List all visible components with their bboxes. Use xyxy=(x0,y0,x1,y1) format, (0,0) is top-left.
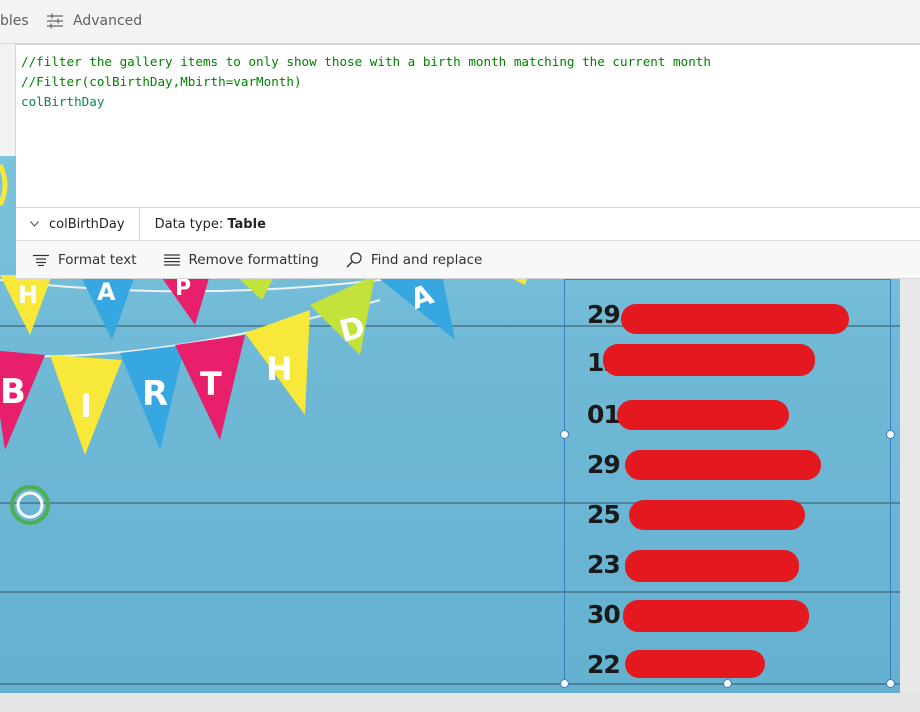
sliders-icon xyxy=(47,13,63,29)
redacted-name xyxy=(625,650,765,678)
banner-letter: H xyxy=(18,281,38,309)
tab-advanced-label: Advanced xyxy=(73,13,143,29)
redacted-name xyxy=(603,344,815,376)
banner-letter: T xyxy=(200,365,222,403)
search-icon xyxy=(346,251,362,267)
gallery-row[interactable]: 01 xyxy=(565,390,890,440)
gallery-row[interactable]: 23 xyxy=(565,542,890,592)
tab-advanced[interactable]: Advanced xyxy=(46,13,142,29)
banner-letter: A xyxy=(97,278,116,306)
chevron-down-icon xyxy=(30,221,39,227)
formula-editor[interactable]: //filter the gallery items to only show … xyxy=(16,44,920,208)
collection-name-dropdown[interactable]: colBirthDay xyxy=(16,207,140,241)
code-line-identifier: colBirthDay xyxy=(21,94,105,109)
collection-name: colBirthDay xyxy=(49,216,125,232)
data-type-value: Table xyxy=(227,216,266,232)
banner-letter: P xyxy=(175,276,191,301)
banner-letter: H xyxy=(266,350,293,388)
resize-handle[interactable] xyxy=(886,679,895,688)
format-text-icon xyxy=(33,254,49,266)
remove-formatting-icon xyxy=(163,253,180,266)
top-tab-bar: bles Advanced xyxy=(0,0,920,44)
redacted-name xyxy=(617,400,789,430)
banner-letter: B xyxy=(0,372,26,412)
gallery-row[interactable]: 25 xyxy=(565,490,890,540)
tab-tables-label: bles xyxy=(0,13,29,29)
birth-day: 25 xyxy=(587,500,621,529)
redacted-name xyxy=(623,600,809,632)
tab-tables[interactable]: bles xyxy=(0,13,29,29)
formula-status-bar: colBirthDay Data type: Table xyxy=(16,207,920,241)
code-line-comment: //Filter(colBirthDay,Mbirth=varMonth) xyxy=(21,74,302,89)
banner-letter: I xyxy=(80,387,92,425)
resize-handle[interactable] xyxy=(560,679,569,688)
data-type-label: Data type: Table xyxy=(140,217,266,232)
code-line-comment: //filter the gallery items to only show … xyxy=(21,54,711,69)
remove-formatting-label: Remove formatting xyxy=(188,251,319,268)
birth-day: 29 xyxy=(587,300,621,329)
birth-day: 30 xyxy=(587,600,621,629)
birth-day: 01 xyxy=(587,400,621,429)
format-text-button[interactable]: Format text xyxy=(33,252,137,268)
redacted-name xyxy=(621,304,849,334)
birthday-gallery[interactable]: 29 13 01 29 25 23 30 22 xyxy=(564,279,891,684)
data-type-prefix: Data type: xyxy=(154,216,228,232)
gallery-row[interactable]: 29 xyxy=(565,292,890,342)
format-text-label: Format text xyxy=(58,251,137,268)
gallery-row[interactable]: 13 xyxy=(565,342,890,392)
redacted-name xyxy=(629,500,805,530)
birth-day: 23 xyxy=(587,550,621,579)
resize-handle[interactable] xyxy=(560,430,569,439)
redacted-name xyxy=(625,550,799,582)
resize-handle[interactable] xyxy=(886,430,895,439)
canvas-bottom-margin xyxy=(0,693,920,712)
formula-gutter xyxy=(0,44,16,156)
birth-day: 22 xyxy=(587,650,621,679)
gallery-row[interactable]: 30 xyxy=(565,592,890,642)
find-replace-label: Find and replace xyxy=(370,251,483,268)
formula-toolbar: Format text Remove formatting Find and r… xyxy=(16,241,920,279)
resize-handle[interactable] xyxy=(723,679,732,688)
gallery-row[interactable]: 29 xyxy=(565,440,890,490)
find-replace-button[interactable]: Find and replace xyxy=(346,251,483,268)
birth-day: 29 xyxy=(587,450,621,479)
redacted-name xyxy=(625,450,821,480)
remove-formatting-button[interactable]: Remove formatting xyxy=(163,251,319,268)
banner-letter: R xyxy=(142,374,168,414)
